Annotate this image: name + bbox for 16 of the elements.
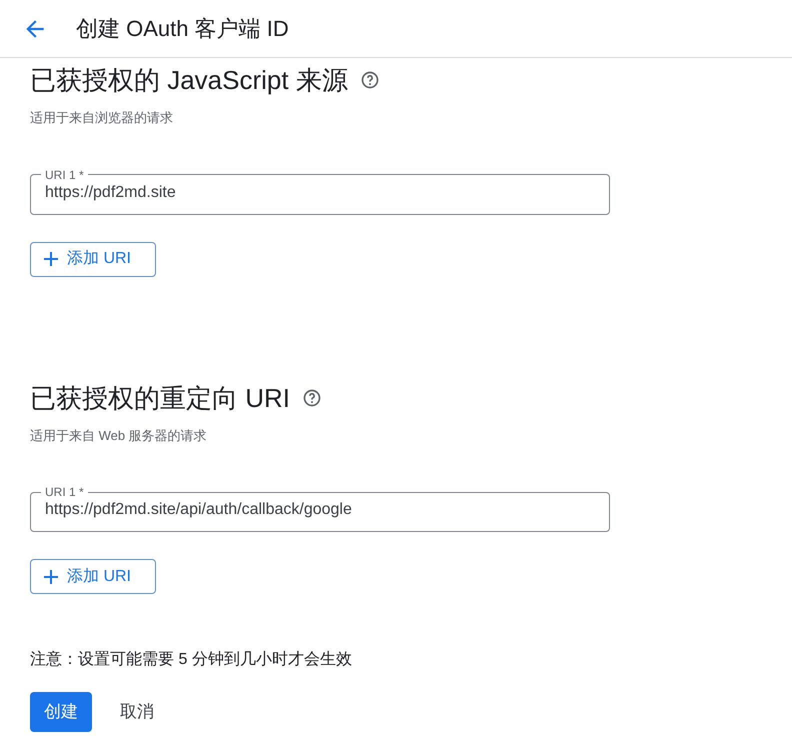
plus-icon bbox=[43, 251, 59, 267]
add-uri-button[interactable]: 添加 URI bbox=[30, 242, 156, 276]
cancel-button[interactable]: 取消 bbox=[108, 692, 166, 732]
field-value: https://pdf2md.site/api/auth/callback/google bbox=[45, 501, 352, 518]
create-button[interactable]: 创建 bbox=[30, 692, 92, 732]
add-uri-button[interactable]: 添加 URI bbox=[30, 559, 156, 594]
field-label: URI 1 * bbox=[44, 166, 85, 182]
note-text: 注意：设置可能需要 5 分钟到几小时才会生效 bbox=[29, 650, 353, 670]
section-subtitle: 适用于来自 Web 服务器的请求 bbox=[30, 426, 208, 444]
section-title: 已获授权的重定向 URI bbox=[30, 382, 290, 414]
field-value: https://pdf2md.site bbox=[45, 184, 176, 200]
page-title: 创建 OAuth 客户端 ID bbox=[76, 15, 289, 43]
section-title: 已获授权的 JavaScript 来源 bbox=[30, 64, 348, 96]
section-subtitle: 适用于来自浏览器的请求 bbox=[30, 109, 174, 127]
field-label: URI 1 * bbox=[44, 484, 85, 500]
plus-icon bbox=[43, 568, 59, 584]
